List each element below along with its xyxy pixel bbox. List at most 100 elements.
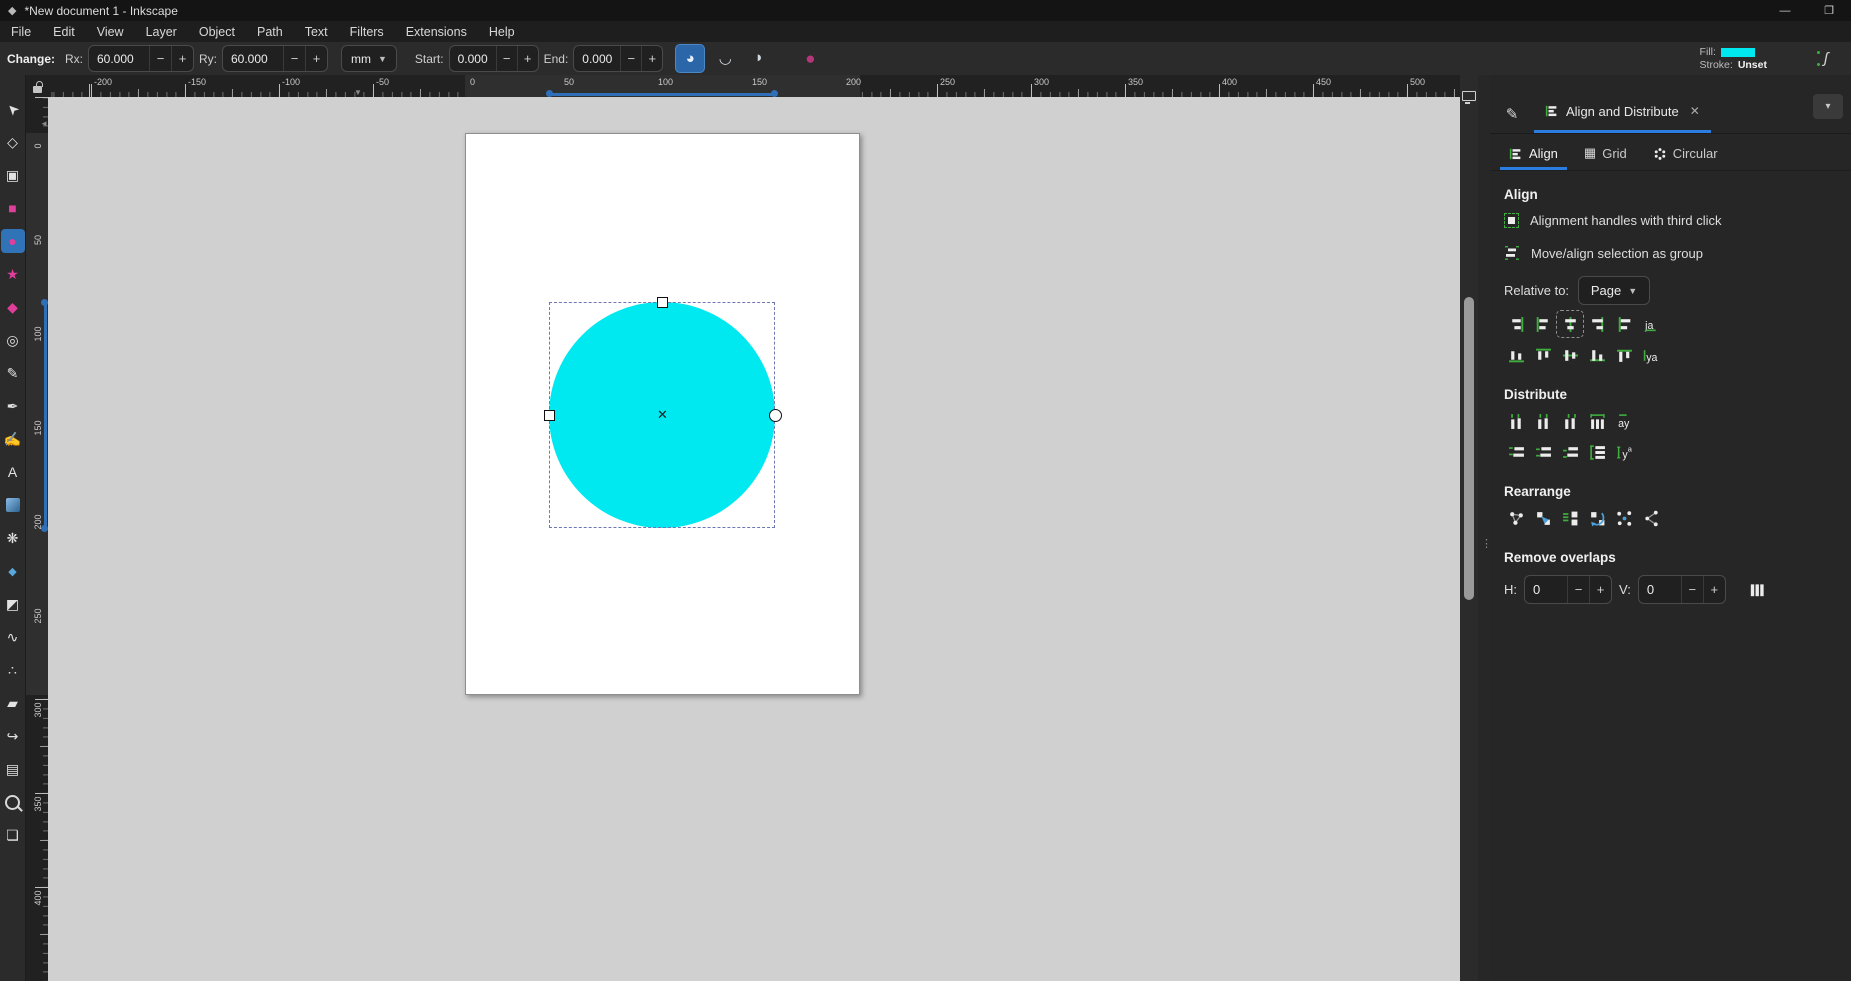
start-value[interactable]: 0.000 (450, 52, 496, 66)
menu-item-filters[interactable]: Filters (339, 23, 395, 41)
ellipse-arc-handle[interactable] (769, 409, 782, 422)
text-tool[interactable]: A (1, 460, 25, 484)
tab-grid[interactable]: ▦ Grid (1575, 145, 1636, 170)
ry-value[interactable]: 60.000 (223, 52, 283, 66)
distribute-top-edges-button[interactable] (1504, 440, 1528, 464)
measure-tool[interactable]: ▤ (1, 757, 25, 781)
spiral-tool[interactable]: ◎ (1, 328, 25, 352)
fill-stroke-indicator[interactable]: Fill: Stroke: Unset (1700, 46, 1767, 72)
paint-bucket-tool[interactable]: ◩ (1, 592, 25, 616)
randomize-positions-button[interactable] (1612, 506, 1636, 530)
distribute-right-edges-button[interactable] (1558, 409, 1582, 433)
rectangle-tool[interactable]: ■ (1, 196, 25, 220)
exchange-stacking-order-button[interactable] (1558, 506, 1582, 530)
rx-value[interactable]: 60.000 (89, 52, 149, 66)
ry-spinbox[interactable]: 60.000 − + (222, 45, 328, 72)
eraser-tool[interactable]: ▰ (1, 691, 25, 715)
arc-mode-button[interactable]: ◡ (711, 44, 739, 71)
gradient-tool[interactable] (1, 493, 25, 517)
zoom-tool[interactable] (1, 790, 25, 814)
chord-mode-button[interactable]: ◗ (745, 44, 773, 71)
tab-circular[interactable]: Circular (1644, 146, 1727, 170)
rx-spinbox[interactable]: 60.000 − + (88, 45, 194, 72)
start-spinbox[interactable]: 0.000 − + (448, 45, 539, 72)
exchange-clockwise-button[interactable] (1585, 506, 1609, 530)
distribute-centers-horizontally-button[interactable] (1531, 409, 1555, 433)
end-value[interactable]: 0.000 (574, 52, 620, 66)
spray-tool[interactable]: ∴ (1, 658, 25, 682)
remove-overlaps-button[interactable] (1745, 578, 1769, 602)
horizontal-ruler[interactable]: ▼ -200 -150 -100 -50 0 50 100 150 200 250 300 350 40… (48, 75, 1460, 97)
node-tool[interactable]: ◇ (1, 130, 25, 154)
distribute-equal-vertical-gaps-button[interactable] (1585, 440, 1609, 464)
menu-item-edit[interactable]: Edit (42, 23, 86, 41)
ruler-corner[interactable] (26, 75, 48, 97)
tweak-tool[interactable]: ∿ (1, 625, 25, 649)
distribute-equal-horizontal-gaps-button[interactable] (1585, 409, 1609, 433)
v-gap-value[interactable]: 0 (1639, 582, 1681, 597)
menu-item-view[interactable]: View (86, 23, 135, 41)
h-gap-value[interactable]: 0 (1525, 582, 1567, 597)
start-plus-button[interactable]: + (516, 46, 538, 71)
align-center-vertical-axis-button[interactable] (1556, 310, 1584, 338)
menu-item-extensions[interactable]: Extensions (395, 23, 478, 41)
connector-tool[interactable]: ↪ (1, 724, 25, 748)
align-left-to-anchor-button[interactable] (1504, 312, 1528, 336)
move-as-group-toggle[interactable]: Move/align selection as group (1504, 238, 1837, 268)
align-center-horizontal-axis-button[interactable] (1558, 343, 1582, 367)
graph-layout-button[interactable] (1504, 506, 1528, 530)
align-top-edges-button[interactable] (1531, 343, 1555, 367)
pages-tool[interactable]: ❏ (1, 823, 25, 847)
align-right-to-anchor-button[interactable] (1612, 312, 1636, 336)
v-gap-minus-button[interactable]: − (1680, 576, 1703, 603)
canvas[interactable]: ✕ (48, 97, 1460, 981)
vertical-ruler[interactable]: ◄ 050100150200250300350400450 (26, 97, 48, 981)
end-plus-button[interactable]: + (641, 46, 662, 71)
align-bottom-to-anchor-button[interactable] (1612, 343, 1636, 367)
close-icon[interactable]: ✕ (1690, 104, 1700, 118)
menu-item-path[interactable]: Path (246, 23, 294, 41)
dropper-tool[interactable]: ◆ (1, 559, 25, 583)
menu-item-text[interactable]: Text (294, 23, 339, 41)
relative-to-select[interactable]: Page ▼ (1578, 276, 1651, 305)
make-whole-button[interactable]: ● (805, 49, 815, 69)
end-minus-button[interactable]: − (620, 46, 641, 71)
distribute-text-anchor-horizontal-button[interactable]: ay (1612, 409, 1636, 433)
lock-icon[interactable] (32, 81, 43, 93)
distribute-left-edges-button[interactable] (1504, 409, 1528, 433)
menu-item-object[interactable]: Object (188, 23, 246, 41)
exchange-selection-order-button[interactable] (1531, 506, 1555, 530)
unclump-button[interactable] (1639, 506, 1663, 530)
distribute-centers-vertically-button[interactable] (1531, 440, 1555, 464)
align-top-to-anchor-button[interactable] (1504, 343, 1528, 367)
box-3d-tool[interactable]: ◆ (1, 295, 25, 319)
tab-align-and-distribute[interactable]: Align and Distribute ✕ (1534, 92, 1711, 133)
menu-item-layer[interactable]: Layer (135, 23, 188, 41)
shape-builder-tool[interactable]: ▣ (1, 163, 25, 187)
star-tool[interactable]: ★ (1, 262, 25, 286)
h-gap-plus-button[interactable]: + (1589, 576, 1611, 603)
align-right-edges-button[interactable] (1585, 312, 1609, 336)
distribute-bottom-edges-button[interactable] (1558, 440, 1582, 464)
scrollbar-thumb[interactable] (1464, 297, 1474, 600)
rx-minus-button[interactable]: − (149, 46, 171, 71)
start-minus-button[interactable]: − (495, 46, 517, 71)
v-gap-plus-button[interactable]: + (1702, 576, 1725, 603)
ellipse-ry-handle[interactable] (657, 297, 668, 308)
end-spinbox[interactable]: 0.000 − + (573, 45, 664, 72)
align-bottom-edges-button[interactable] (1585, 343, 1609, 367)
align-left-edges-button[interactable] (1531, 312, 1555, 336)
selector-tool[interactable]: ➤ (1, 97, 25, 121)
ellipse-rx-handle[interactable] (544, 410, 555, 421)
snapping-toggle-icon[interactable]: ʃ (1813, 50, 1839, 67)
ry-minus-button[interactable]: − (283, 46, 305, 71)
alignment-handles-toggle[interactable]: Alignment handles with third click (1504, 205, 1837, 235)
menu-item-file[interactable]: File (0, 23, 42, 41)
v-gap-spinbox[interactable]: 0 − + (1637, 575, 1726, 604)
rx-plus-button[interactable]: + (171, 46, 193, 71)
display-adjust-icon[interactable] (1462, 91, 1476, 104)
h-gap-minus-button[interactable]: − (1567, 576, 1589, 603)
pen-tool[interactable]: ✒ (1, 394, 25, 418)
minimize-button[interactable]: — (1763, 0, 1807, 21)
tab-align[interactable]: Align (1500, 146, 1567, 170)
